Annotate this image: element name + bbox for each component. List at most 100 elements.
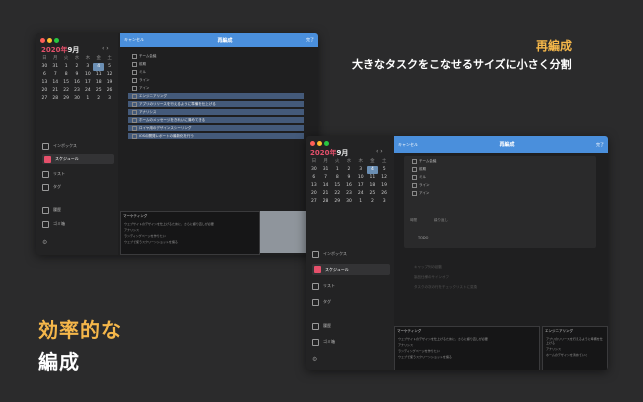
calendar-day[interactable]: 18 (93, 79, 104, 87)
calendar-day[interactable]: 30 (72, 95, 83, 103)
calendar-day[interactable]: 16 (343, 182, 355, 190)
calendar-day[interactable]: 13 (39, 79, 50, 87)
calendar-day[interactable]: 25 (93, 87, 104, 95)
calendar-day[interactable]: 6 (308, 174, 320, 182)
checkbox-icon[interactable] (132, 125, 137, 131)
task-row[interactable]: チーム会議 (128, 53, 304, 59)
calendar-day[interactable]: 30 (39, 63, 50, 71)
checkbox-icon[interactable] (132, 85, 137, 91)
cancel-button[interactable]: キャンセル (394, 142, 422, 148)
settings-icon[interactable]: ⚙ (42, 239, 47, 246)
task-row[interactable]: 前期 (408, 166, 592, 172)
calendar-day[interactable]: 3 (355, 166, 367, 174)
sidebar-item-schedule[interactable]: スケジュール (312, 264, 390, 275)
task-row[interactable]: アイン (408, 190, 592, 196)
calendar-day[interactable]: 2 (343, 166, 355, 174)
checkbox-icon[interactable] (412, 174, 417, 180)
task-row[interactable]: ミル (128, 69, 304, 75)
calendar-day[interactable]: 7 (50, 71, 61, 79)
calendar-day[interactable]: 6 (39, 71, 50, 79)
checkbox-icon[interactable] (132, 117, 137, 123)
sidebar-item-inbox[interactable]: インボックス (312, 250, 388, 258)
calendar-day[interactable]: 24 (82, 87, 93, 95)
calendar-day[interactable]: 31 (320, 166, 332, 174)
calendar-day[interactable]: 13 (308, 182, 320, 190)
calendar-day[interactable]: 29 (61, 95, 72, 103)
calendar-day[interactable]: 1 (82, 95, 93, 103)
mini-calendar[interactable]: 日月火水木金土 30 31 1 2 3 4 5 6 7 8 9 10 11 12 13 14 15 16 17 18 19… (39, 55, 115, 103)
month-nav-arrows[interactable]: ‹ › (376, 148, 383, 155)
task-row[interactable]: ミル (408, 174, 592, 180)
calendar-day[interactable]: 15 (331, 182, 343, 190)
calendar-day[interactable]: 11 (367, 174, 379, 182)
back-card-marketing[interactable]: マーケティング ウェブサイトのデザインを仕上げるために、さらに練り直しが必要 ア… (120, 211, 260, 255)
sidebar-item-list[interactable]: リスト (42, 170, 112, 178)
calendar-day[interactable]: 2 (367, 198, 379, 206)
front-card-marketing[interactable]: マーケティング ウェブサイトのデザインを仕上げるために、さらに練り直しが必要 ア… (394, 326, 540, 370)
calendar-day[interactable]: 26 (378, 190, 390, 198)
checkbox-icon[interactable] (132, 53, 137, 59)
done-button[interactable]: 完了 (302, 37, 318, 43)
calendar-day[interactable]: 18 (367, 182, 379, 190)
calendar-day[interactable]: 23 (343, 190, 355, 198)
calendar-day[interactable]: 24 (355, 190, 367, 198)
task-row[interactable]: アナリシス (128, 109, 304, 115)
sidebar-item-trash[interactable]: ゴミ箱 (312, 338, 388, 346)
checkbox-icon[interactable] (412, 190, 417, 196)
sidebar-item-tags[interactable]: タグ (42, 183, 112, 191)
calendar-day[interactable]: 14 (50, 79, 61, 87)
zoom-dot[interactable] (54, 38, 59, 43)
calendar-day[interactable]: 26 (104, 87, 115, 95)
calendar-day[interactable]: 9 (343, 174, 355, 182)
calendar-day[interactable]: 2 (93, 95, 104, 103)
calendar-day[interactable]: 12 (104, 71, 115, 79)
calendar-day[interactable]: 12 (378, 174, 390, 182)
calendar-day[interactable]: 19 (378, 182, 390, 190)
sidebar-item-schedule[interactable]: スケジュール (42, 154, 114, 164)
zoom-dot[interactable] (324, 141, 329, 146)
checkbox-icon[interactable] (132, 109, 137, 115)
calendar-day[interactable]: 4 (93, 63, 105, 71)
calendar-day[interactable]: 16 (72, 79, 83, 87)
calendar-day[interactable]: 20 (39, 87, 50, 95)
checkbox-icon[interactable] (412, 158, 417, 164)
close-dot[interactable] (310, 141, 315, 146)
calendar-day[interactable]: 1 (61, 63, 72, 71)
sidebar-item-tags[interactable]: タグ (312, 298, 388, 306)
task-row[interactable]: 前期 (128, 61, 304, 67)
sidebar-item-history[interactable]: 履歴 (312, 322, 388, 330)
calendar-day[interactable]: 29 (331, 198, 343, 206)
task-row[interactable]: アイン (128, 85, 304, 91)
calendar-day[interactable]: 10 (355, 174, 367, 182)
calendar-day[interactable]: 3 (104, 95, 115, 103)
sidebar-item-trash[interactable]: ゴミ箱 (42, 220, 112, 228)
task-row[interactable]: iOSの開発レポートの最新化を行う (128, 133, 304, 139)
calendar-day[interactable]: 31 (50, 63, 61, 71)
cancel-button[interactable]: キャンセル (120, 37, 148, 43)
calendar-day[interactable]: 30 (343, 198, 355, 206)
calendar-day[interactable]: 22 (61, 87, 72, 95)
checkbox-icon[interactable] (132, 133, 137, 139)
calendar-day[interactable]: 1 (355, 198, 367, 206)
calendar-day[interactable]: 27 (39, 95, 50, 103)
checkbox-icon[interactable] (132, 93, 137, 99)
settings-icon[interactable]: ⚙ (312, 356, 317, 363)
front-card-engineering[interactable]: エンジニアリング アプリのリリースを行えるように準備を仕上げる アナリシス ホー… (542, 326, 608, 370)
calendar-day[interactable]: 14 (320, 182, 332, 190)
month-nav-arrows[interactable]: ‹ › (102, 45, 109, 52)
close-dot[interactable] (40, 38, 45, 43)
calendar-day[interactable]: 8 (61, 71, 72, 79)
minimize-dot[interactable] (317, 141, 322, 146)
calendar-day[interactable]: 21 (320, 190, 332, 198)
calendar-day[interactable]: 19 (104, 79, 115, 87)
checkbox-icon[interactable] (412, 182, 417, 188)
sidebar-item-list[interactable]: リスト (312, 282, 388, 290)
checkbox-icon[interactable] (132, 101, 137, 107)
calendar-day[interactable]: 28 (50, 95, 61, 103)
calendar-day[interactable]: 25 (367, 190, 379, 198)
calendar-day[interactable]: 22 (331, 190, 343, 198)
minimize-dot[interactable] (47, 38, 52, 43)
task-row[interactable]: ライン (128, 77, 304, 83)
done-button[interactable]: 完了 (592, 142, 608, 148)
calendar-day[interactable]: 15 (61, 79, 72, 87)
